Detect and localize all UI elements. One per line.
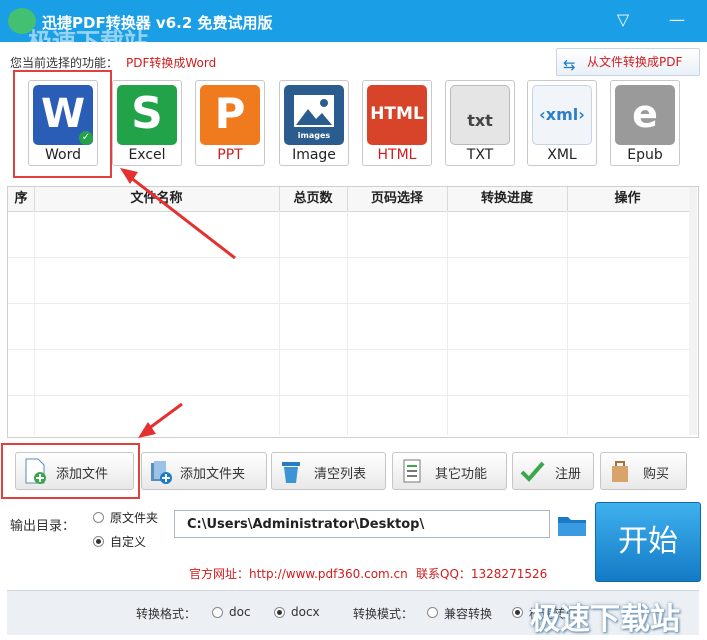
add-folder-button[interactable]: 添加文件夹	[141, 452, 267, 490]
format-label: 转换格式：	[136, 607, 197, 621]
format-caption: HTML	[377, 147, 417, 163]
epub-icon: e	[615, 85, 675, 145]
register-label: 注册	[555, 467, 582, 482]
svg-text:images: images	[298, 131, 331, 140]
format-doc-label: doc	[229, 605, 251, 619]
radio-mode-compat[interactable]	[427, 607, 438, 618]
source-folder-label: 原文件夹	[110, 511, 159, 525]
divider	[567, 211, 568, 435]
switch-to-pdf-label: 从文件转换成PDF	[587, 55, 683, 69]
divider	[8, 303, 689, 304]
add-folder-label: 添加文件夹	[180, 467, 246, 482]
image-icon: images	[284, 85, 344, 145]
divider	[8, 349, 689, 350]
checkmark-icon	[520, 461, 545, 482]
clear-list-label: 清空列表	[314, 467, 367, 482]
divider	[279, 211, 280, 435]
txt-icon: txt	[450, 85, 510, 145]
switch-to-pdf-button[interactable]: ⇆ 从文件转换成PDF	[556, 48, 700, 76]
format-tile-txt[interactable]: txt TXT	[445, 80, 515, 166]
watermark-top: 极速下载站	[28, 28, 148, 56]
format-tile-html[interactable]: HTML HTML	[362, 80, 432, 166]
buy-label: 购买	[643, 467, 670, 482]
divider	[447, 211, 448, 435]
format-caption: TXT	[466, 147, 494, 163]
radio-format-docx[interactable]	[274, 607, 285, 618]
format-tile-image[interactable]: images Image	[279, 80, 349, 166]
register-button[interactable]: 注册	[512, 452, 594, 490]
other-functions-button[interactable]: 其它功能	[392, 452, 507, 490]
col-filename[interactable]: 文件名称	[34, 187, 280, 211]
custom-folder-label: 自定义	[110, 535, 147, 549]
radio-custom-folder[interactable]	[93, 536, 104, 547]
arrow-head-icon	[120, 168, 138, 184]
start-button[interactable]: 开始	[595, 502, 701, 582]
add-folder-icon	[151, 461, 172, 484]
add-file-highlight	[1, 443, 140, 499]
col-progress[interactable]: 转换进度	[447, 187, 568, 211]
file-table-header: 序 文件名称 总页数 页码选择 转换进度 操作	[8, 187, 689, 212]
html-icon: HTML	[367, 85, 427, 145]
col-pages[interactable]: 总页数	[279, 187, 348, 211]
other-functions-label: 其它功能	[435, 467, 488, 482]
format-caption: Image	[292, 147, 336, 163]
mode-label: 转换模式：	[353, 607, 414, 621]
radio-format-doc[interactable]	[212, 607, 223, 618]
col-index[interactable]: 序	[8, 187, 35, 211]
selected-format-highlight	[13, 70, 112, 178]
format-caption: Epub	[627, 147, 663, 163]
divider	[8, 257, 689, 258]
minimize-button[interactable]: —	[662, 6, 692, 34]
contact-qq-text: 联系QQ：1328271526	[416, 567, 548, 581]
format-tile-ppt[interactable]: P PPT	[195, 80, 265, 166]
mode-compat-label: 兼容转换	[444, 607, 493, 621]
table-scrollbar[interactable]	[689, 187, 697, 435]
format-docx-label: docx	[291, 605, 320, 619]
output-dir-label: 输出目录：	[10, 519, 76, 534]
divider	[8, 395, 689, 396]
format-caption: Excel	[128, 147, 166, 163]
format-tile-excel[interactable]: S Excel	[112, 80, 182, 166]
col-actions[interactable]: 操作	[567, 187, 688, 211]
radio-source-folder[interactable]	[93, 512, 104, 523]
menu-dropdown-icon[interactable]: ▽	[608, 6, 638, 34]
trash-icon	[282, 462, 300, 483]
output-path-field[interactable]: C:\Users\Administrator\Desktop\	[174, 510, 550, 538]
xml-icon: ‹xml›	[532, 85, 592, 145]
excel-icon: S	[117, 85, 177, 145]
current-function-label: 您当前选择的功能：	[10, 56, 119, 70]
buy-button[interactable]: 购买	[600, 452, 687, 490]
radio-mode-other[interactable]	[512, 607, 523, 618]
shopping-bag-icon	[612, 461, 628, 482]
col-page-select[interactable]: 页码选择	[347, 187, 448, 211]
browse-folder-icon[interactable]	[557, 513, 587, 537]
format-caption: PPT	[217, 147, 243, 163]
ppt-icon: P	[200, 85, 260, 145]
current-function-value: PDF转换成Word	[126, 56, 217, 70]
format-tile-epub[interactable]: e Epub	[610, 80, 680, 166]
swap-arrows-icon: ⇆	[563, 56, 576, 74]
clear-list-button[interactable]: 清空列表	[271, 452, 386, 490]
official-site-text: 官方网址：http://www.pdf360.com.cn	[189, 567, 408, 581]
document-list-icon	[403, 459, 421, 483]
watermark: 极速下载站	[530, 602, 680, 637]
format-caption: XML	[547, 147, 577, 163]
divider	[347, 211, 348, 435]
format-tile-xml[interactable]: ‹xml› XML	[527, 80, 597, 166]
file-table[interactable]	[7, 186, 699, 438]
divider	[34, 211, 35, 435]
